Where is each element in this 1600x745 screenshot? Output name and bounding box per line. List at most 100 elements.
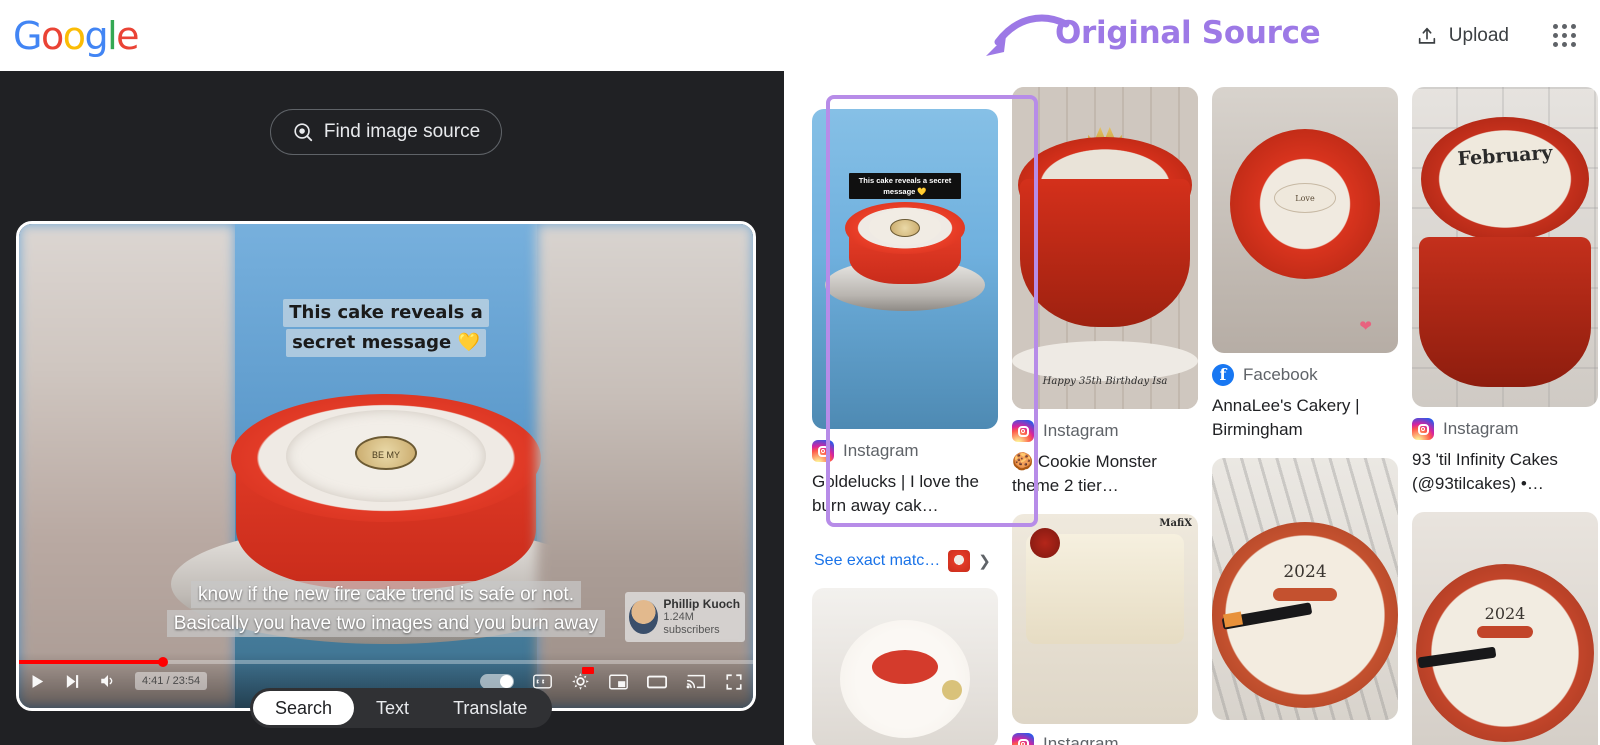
result-meta: Instagram Goldelucks | I love the burn a… xyxy=(812,440,998,518)
miniplayer-icon[interactable] xyxy=(609,674,628,690)
apps-grid-icon[interactable] xyxy=(1545,16,1584,55)
autoplay-toggle[interactable] xyxy=(480,674,514,689)
thumbnail-overlay-text: This cake reveals a secret message 💛 xyxy=(849,173,961,199)
cake-seal-text: BE MY xyxy=(355,436,417,470)
find-image-source-label: Find image source xyxy=(323,121,481,142)
result-title[interactable]: 🍪 Cookie Monster theme 2 tier… xyxy=(1012,450,1198,498)
thumbnail-month-pill xyxy=(1273,588,1337,601)
results-column-4: February Instagram 93 'til Infinity Cake… xyxy=(1412,87,1598,745)
results-grid: This cake reveals a secret message 💛 Ins… xyxy=(812,87,1600,745)
results-column-3: Love ❤ f Facebook AnnaLee's Cakery | Bir… xyxy=(1212,87,1398,745)
next-track-icon[interactable] xyxy=(64,673,81,690)
cake-top-graphic xyxy=(1421,117,1589,241)
result-card-annalees-cakery[interactable]: Love ❤ f Facebook AnnaLee's Cakery | Bir… xyxy=(1212,87,1398,442)
cake-label-graphic xyxy=(872,650,938,684)
gear-icon[interactable] xyxy=(571,672,590,691)
source-name: Instagram xyxy=(1443,419,1519,438)
cake-base-graphic xyxy=(1419,237,1591,387)
theater-mode-icon[interactable] xyxy=(647,674,667,690)
mode-tabs: Search Text Translate xyxy=(250,688,553,728)
result-card-cream-cake[interactable]: MafiX Instagram xyxy=(1012,514,1198,745)
results-column-1: This cake reveals a secret message 💛 Ins… xyxy=(812,87,1038,745)
visual-matches-panel[interactable]: This cake reveals a secret message 💛 Ins… xyxy=(784,71,1600,745)
source-row: Instagram xyxy=(1012,733,1198,745)
result-title[interactable]: 93 'til Infinity Cakes (@93tilcakes) •… xyxy=(1412,448,1598,496)
caption-line-2: Basically you have two images and you bu… xyxy=(166,610,606,637)
cake-seal-graphic xyxy=(890,219,920,237)
thumbnail-label-text: Love xyxy=(1274,183,1336,213)
progress-bar[interactable] xyxy=(19,657,753,667)
video-frame-image: BE MY This cake reveals a secret message… xyxy=(19,224,753,708)
top-bar: Google Original Source Upload xyxy=(0,0,1600,71)
thumbnail-2024-calendar-cake[interactable]: 2024 xyxy=(1212,458,1398,720)
thumbnail-crown-calendar-cake[interactable]: Happy 35th Birthday Isa xyxy=(1012,87,1198,409)
find-image-source-button[interactable]: Find image source xyxy=(270,109,502,155)
time-display: 4:41 / 23:54 xyxy=(135,672,208,690)
source-row: Instagram xyxy=(1412,418,1598,440)
upload-button[interactable]: Upload xyxy=(1410,17,1515,55)
tab-search[interactable]: Search xyxy=(253,691,355,725)
result-card-white-cake[interactable] xyxy=(812,588,998,745)
source-name: Instagram xyxy=(1043,734,1119,745)
avatar xyxy=(629,600,659,634)
cake-gold-accent xyxy=(942,680,962,700)
overlay-title-line-1: This cake reveals a xyxy=(283,299,489,327)
cast-icon[interactable] xyxy=(686,673,706,690)
play-icon[interactable] xyxy=(29,673,46,690)
results-column-2: Happy 35th Birthday Isa Instagram 🍪 Cook… xyxy=(1012,87,1198,745)
result-title[interactable]: Goldelucks | I love the burn away cak… xyxy=(812,470,998,518)
tab-translate[interactable]: Translate xyxy=(431,691,549,725)
thumbnail-blue-cake[interactable]: This cake reveals a secret message 💛 xyxy=(812,109,998,429)
result-card-goldelucks[interactable]: This cake reveals a secret message 💛 Ins… xyxy=(812,109,998,518)
result-title[interactable]: AnnaLee's Cakery | Birmingham xyxy=(1212,394,1398,442)
progress-fill xyxy=(19,660,163,664)
result-meta: Instagram xyxy=(1012,733,1198,745)
image-viewer-panel: Find image source BE MY This cake reveal… xyxy=(0,71,784,745)
chevron-right-icon[interactable]: ❯ xyxy=(978,552,991,570)
lens-search-icon xyxy=(294,123,313,142)
result-card-2024-calendar-cake[interactable]: 2024 xyxy=(1212,458,1398,720)
thumbnail-banner-text: Happy 35th Birthday Isa xyxy=(1042,376,1168,387)
fullscreen-icon[interactable] xyxy=(725,673,743,691)
watermark-subscribers: 1.24M subscribers xyxy=(663,610,720,636)
thumbnail-love-cake[interactable]: Love ❤ xyxy=(1212,87,1398,353)
source-name: Instagram xyxy=(843,441,919,460)
result-card-93til-infinity[interactable]: February Instagram 93 'til Infinity Cake… xyxy=(1412,87,1598,496)
thumbnail-white-cake[interactable] xyxy=(812,588,998,745)
source-name: Facebook xyxy=(1243,365,1318,384)
video-captions: know if the new fire cake trend is safe … xyxy=(76,580,696,638)
cake-side-graphic xyxy=(1020,179,1190,327)
google-logo[interactable]: Google xyxy=(13,17,140,55)
settings-new-badge xyxy=(582,667,594,674)
original-source-annotation: Original Source xyxy=(985,8,1321,66)
exact-match-thumbnail xyxy=(948,550,971,572)
rose-graphic xyxy=(1030,528,1060,558)
cake-plate-graphic xyxy=(1012,341,1198,381)
source-row: Instagram xyxy=(812,440,998,462)
see-exact-matches-link[interactable]: See exact matc… xyxy=(814,552,940,570)
instagram-icon xyxy=(1012,420,1034,442)
see-exact-matches-row[interactable]: See exact matc… ❯ xyxy=(812,550,998,572)
result-card-january-2024-cake[interactable]: 2024 Instagram xyxy=(1412,512,1598,745)
volume-icon[interactable] xyxy=(99,672,117,690)
settings-button[interactable] xyxy=(571,667,594,691)
thumbnail-cream-cake[interactable]: MafiX xyxy=(1012,514,1198,724)
tab-text[interactable]: Text xyxy=(354,691,431,725)
video-overlay-title: This cake reveals a secret message 💛 xyxy=(266,298,506,358)
thumbnail-february-cake[interactable]: February xyxy=(1412,87,1598,407)
video-preview[interactable]: BE MY This cake reveals a secret message… xyxy=(16,221,756,711)
progress-knob[interactable] xyxy=(157,657,168,667)
instagram-icon xyxy=(1012,733,1034,745)
result-meta: Instagram 93 'til Infinity Cakes (@93til… xyxy=(1412,418,1598,496)
overlay-title-line-2: secret message 💛 xyxy=(286,329,486,357)
thumbnail-year-text: 2024 xyxy=(1484,604,1526,623)
upload-label: Upload xyxy=(1448,24,1509,46)
closed-captions-icon[interactable] xyxy=(533,674,552,689)
result-card-cookie-monster[interactable]: Happy 35th Birthday Isa Instagram 🍪 Cook… xyxy=(1012,87,1198,498)
channel-watermark: Phillip Kuoch 1.24M subscribers xyxy=(625,592,745,642)
watermark-text: Phillip Kuoch 1.24M subscribers xyxy=(663,597,741,637)
thumbnail-brand-text: MafiX xyxy=(1159,518,1192,529)
source-name: Instagram xyxy=(1043,421,1119,440)
instagram-icon xyxy=(812,440,834,462)
thumbnail-january-calendar-cake[interactable]: 2024 xyxy=(1412,512,1598,745)
